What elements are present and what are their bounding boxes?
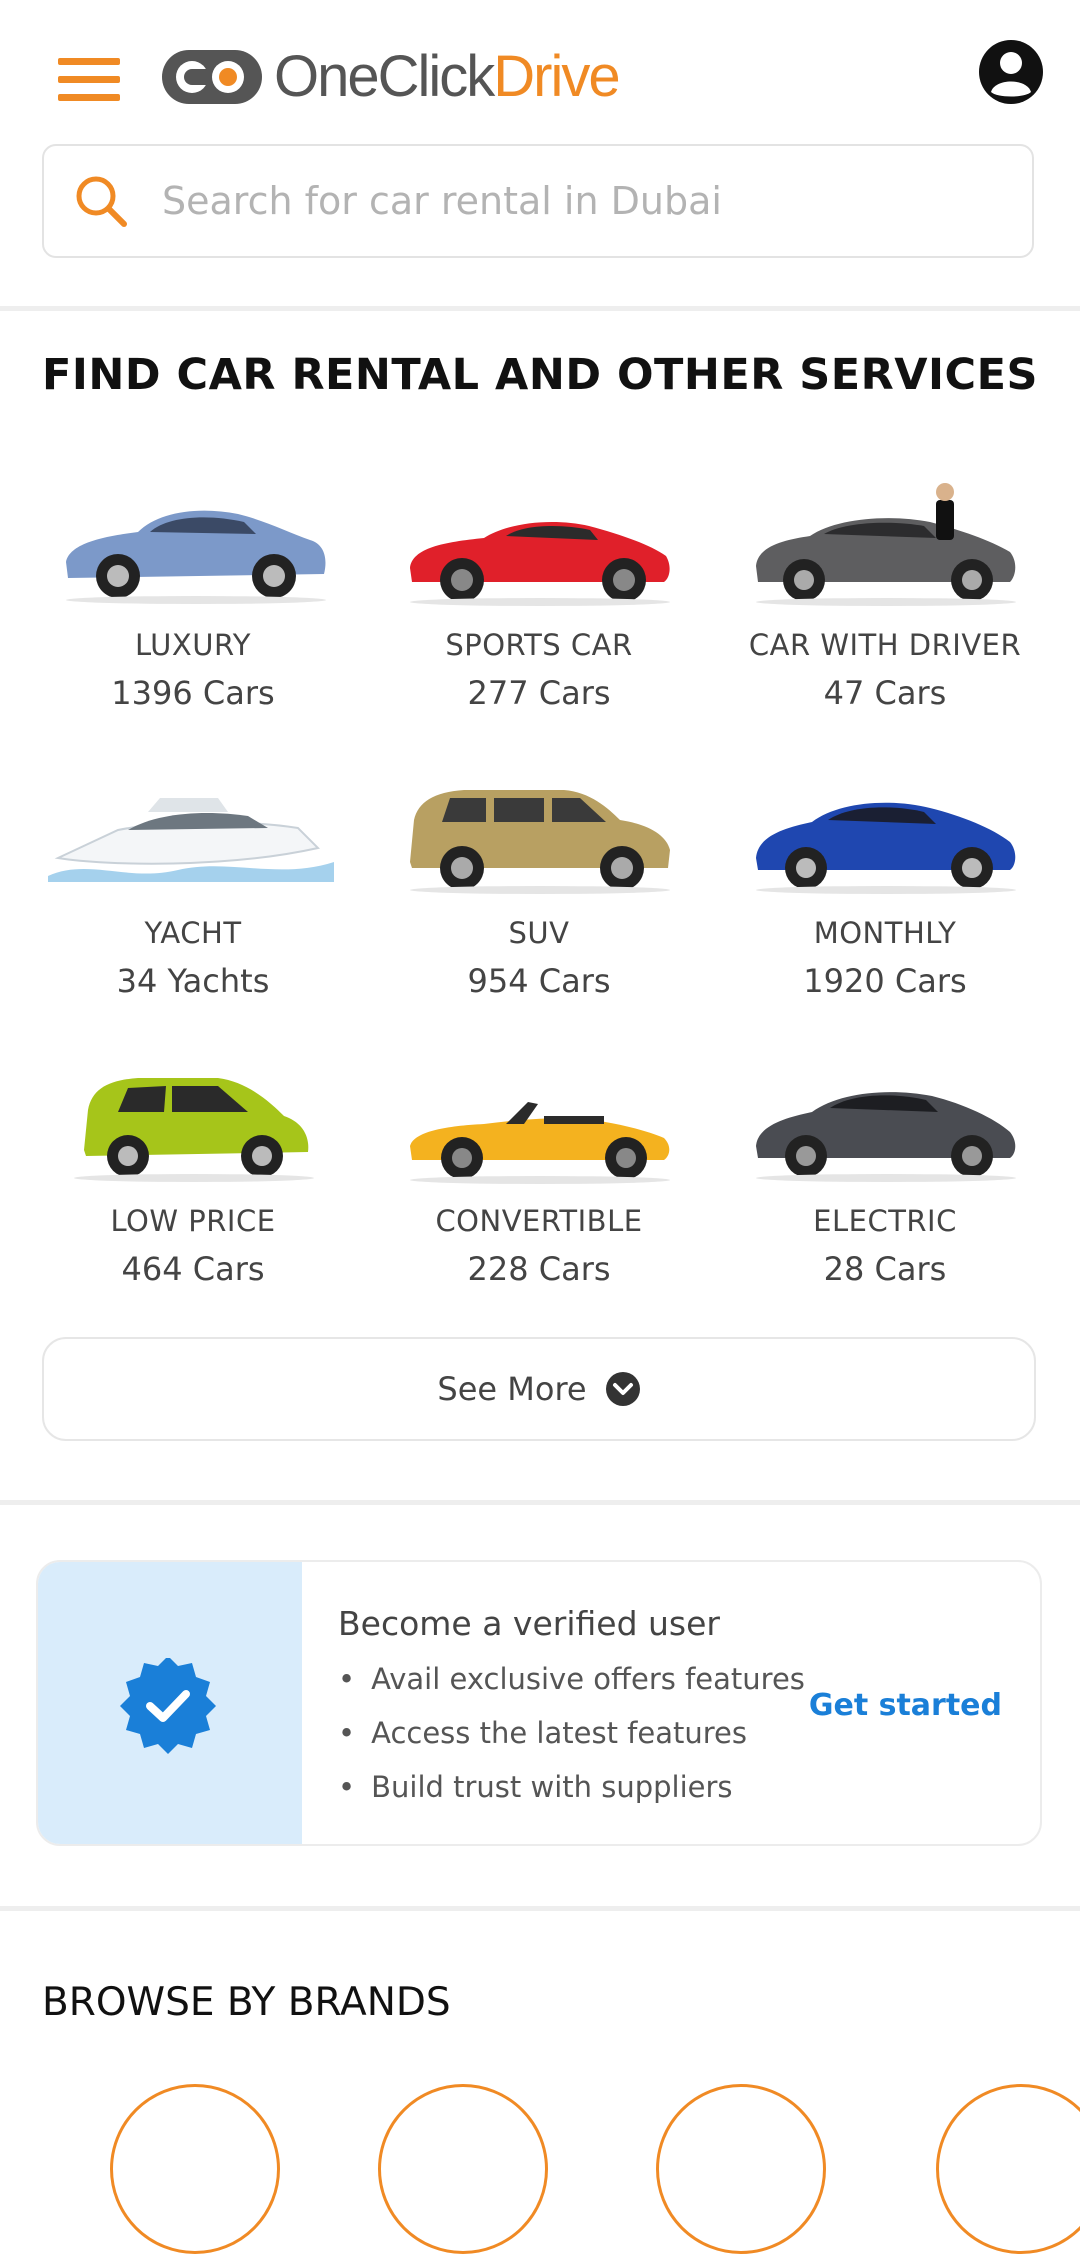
service-label: SUV bbox=[508, 916, 570, 950]
sports-car-icon bbox=[410, 522, 670, 606]
service-label: YACHT bbox=[144, 916, 242, 950]
service-tile-suv[interactable]: SUV 954 Cars bbox=[366, 758, 712, 1028]
brand-item[interactable] bbox=[656, 2084, 826, 2254]
service-count: 277 Cars bbox=[467, 674, 611, 712]
search-input[interactable] bbox=[160, 178, 964, 224]
verified-badge-panel bbox=[38, 1562, 302, 1844]
see-more-label: See More bbox=[437, 1370, 587, 1408]
suv-icon bbox=[410, 790, 670, 894]
search-icon bbox=[76, 176, 127, 227]
search-bar[interactable] bbox=[42, 144, 1034, 258]
app-header: OneClickDrive bbox=[0, 0, 1080, 140]
logo-text-drive: Drive bbox=[493, 44, 620, 109]
get-started-link[interactable]: Get started bbox=[809, 1688, 1002, 1723]
service-label: CONVERTIBLE bbox=[435, 1204, 643, 1238]
service-label: LOW PRICE bbox=[110, 1204, 276, 1238]
service-count: 47 Cars bbox=[823, 674, 947, 712]
user-profile-icon[interactable] bbox=[977, 38, 1045, 106]
section-divider bbox=[0, 1500, 1080, 1505]
service-label: MONTHLY bbox=[813, 916, 957, 950]
service-tile-yacht[interactable]: YACHT 34 Yachts bbox=[20, 758, 366, 1028]
electric-car-icon bbox=[756, 1092, 1016, 1182]
service-tile-luxury[interactable]: LUXURY 1396 Cars bbox=[20, 470, 366, 740]
service-tile-convertible[interactable]: CONVERTIBLE 228 Cars bbox=[366, 1046, 712, 1316]
service-tile-electric[interactable]: ELECTRIC 28 Cars bbox=[712, 1046, 1058, 1316]
service-label: ELECTRIC bbox=[813, 1204, 957, 1238]
menu-icon[interactable] bbox=[58, 58, 120, 102]
verified-badge-icon bbox=[120, 1658, 216, 1754]
service-count: 954 Cars bbox=[467, 962, 611, 1000]
brands-title: BROWSE BY BRANDS bbox=[42, 1980, 451, 2025]
service-tile-sports-car[interactable]: SPORTS CAR 277 Cars bbox=[366, 470, 712, 740]
brand-item[interactable] bbox=[936, 2084, 1080, 2254]
logo-text-oneclick: OneClick bbox=[274, 44, 495, 109]
luxury-car-icon bbox=[66, 510, 326, 604]
list-item: Access the latest features bbox=[338, 1716, 805, 1770]
convertible-car-icon bbox=[410, 1102, 670, 1184]
service-count: 1920 Cars bbox=[803, 962, 967, 1000]
service-label: SPORTS CAR bbox=[445, 628, 633, 662]
service-count: 1396 Cars bbox=[111, 674, 275, 712]
service-tile-monthly[interactable]: MONTHLY 1920 Cars bbox=[712, 758, 1058, 1028]
brand-logo[interactable]: OneClickDrive bbox=[160, 46, 621, 108]
monthly-car-icon bbox=[756, 802, 1016, 894]
service-tile-low-price[interactable]: LOW PRICE 464 Cars bbox=[20, 1046, 366, 1316]
service-label: LUXURY bbox=[134, 628, 252, 662]
verified-benefits-list: Avail exclusive offers features Access t… bbox=[338, 1662, 805, 1824]
service-count: 34 Yachts bbox=[116, 962, 270, 1000]
service-count: 28 Cars bbox=[823, 1250, 947, 1288]
yacht-icon bbox=[48, 798, 334, 882]
low-price-car-icon bbox=[74, 1078, 314, 1182]
section-divider bbox=[0, 1906, 1080, 1911]
list-item: Build trust with suppliers bbox=[338, 1770, 805, 1824]
service-count: 228 Cars bbox=[467, 1250, 611, 1288]
service-label: CAR WITH DRIVER bbox=[748, 628, 1022, 662]
logo-mark-icon bbox=[162, 50, 262, 104]
brand-item[interactable] bbox=[110, 2084, 280, 2254]
verified-title: Become a verified user bbox=[338, 1604, 720, 1643]
chevron-down-circle-icon bbox=[605, 1372, 640, 1406]
service-tile-car-with-driver[interactable]: CAR WITH DRIVER 47 Cars bbox=[712, 470, 1058, 740]
section-divider bbox=[0, 306, 1080, 311]
services-title: FIND CAR RENTAL AND OTHER SERVICES bbox=[42, 350, 1038, 400]
verified-user-card: Become a verified user Avail exclusive o… bbox=[36, 1560, 1042, 1846]
brand-item[interactable] bbox=[378, 2084, 548, 2254]
service-count: 464 Cars bbox=[121, 1250, 265, 1288]
logo-wordmark: OneClickDrive bbox=[274, 48, 621, 106]
car-with-driver-icon bbox=[756, 483, 1016, 606]
list-item: Avail exclusive offers features bbox=[338, 1662, 805, 1716]
see-more-button[interactable]: See More bbox=[42, 1337, 1036, 1441]
